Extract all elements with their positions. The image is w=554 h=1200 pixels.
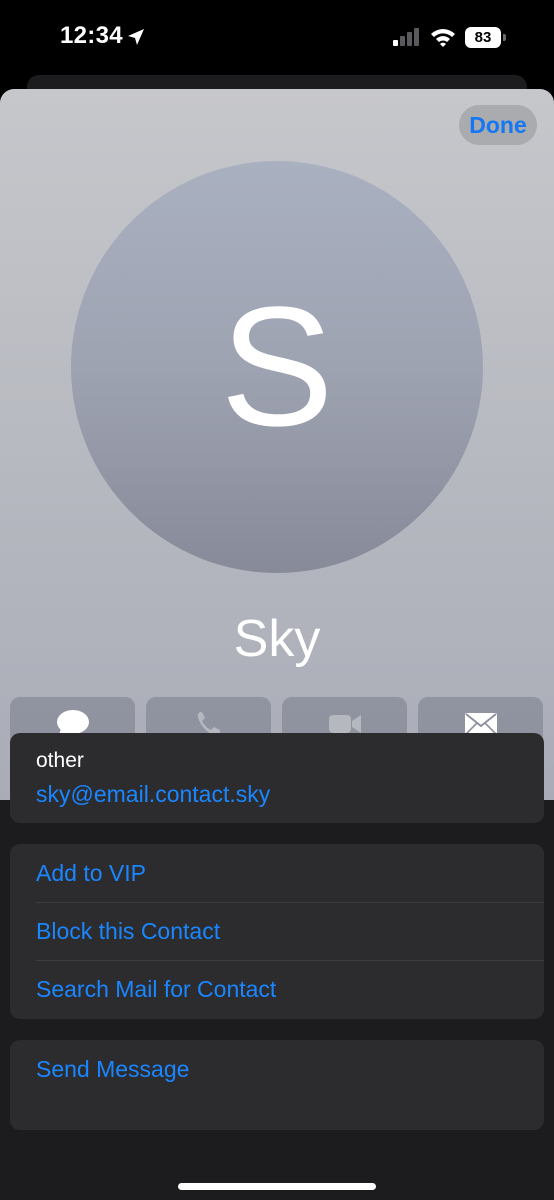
email-address-link[interactable]: sky@email.contact.sky <box>36 781 270 808</box>
send-message-button[interactable]: Send Message <box>36 1040 544 1098</box>
contact-options: Add to VIP Block this Contact Search Mai… <box>10 844 544 1019</box>
email-type-label: other <box>36 749 84 772</box>
status-time: 12:34 <box>60 22 123 49</box>
avatar-initial: S <box>220 272 334 462</box>
add-to-vip-button[interactable]: Add to VIP <box>36 844 544 902</box>
location-arrow-icon <box>128 29 144 45</box>
contact-sheet: Done S Sky message call <box>0 89 554 1200</box>
battery-tip <box>503 34 506 41</box>
avatar: S <box>71 161 483 573</box>
contact-name: Sky <box>233 610 321 668</box>
cellular-signal-icon <box>393 28 419 46</box>
status-bar: 12:34 83 <box>0 0 554 76</box>
contact-card-screen: 12:34 83 Done S Sky other sky@email.cont… <box>0 0 554 1200</box>
send-message-section: Send Message <box>10 1040 544 1130</box>
search-mail-button[interactable]: Search Mail for Contact <box>36 960 544 1018</box>
email-section: other sky@email.contact.sky <box>10 733 544 823</box>
battery-level: 83 <box>465 27 501 48</box>
block-contact-button[interactable]: Block this Contact <box>36 902 544 960</box>
contact-header: Done S Sky message call <box>0 89 554 800</box>
done-button[interactable]: Done <box>459 105 537 145</box>
wifi-icon <box>431 29 455 47</box>
home-indicator[interactable] <box>178 1183 376 1190</box>
battery-icon: 83 <box>465 27 507 48</box>
